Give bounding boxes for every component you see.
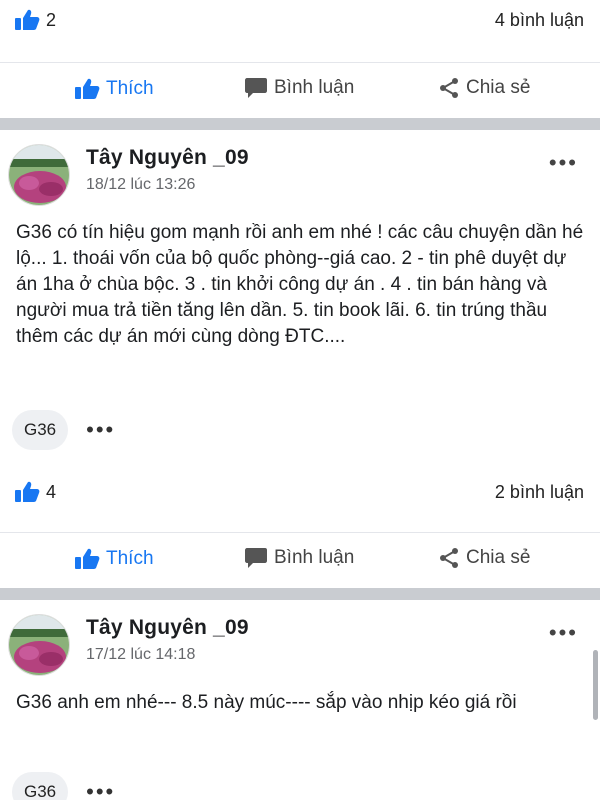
share-icon bbox=[440, 548, 458, 568]
reaction-summary: 4 2 bình luận bbox=[0, 472, 600, 512]
tag-row: G36 ••• bbox=[12, 408, 115, 452]
thumbs-up-icon bbox=[75, 78, 100, 99]
post-separator bbox=[0, 588, 600, 600]
like-button[interactable]: Thích bbox=[74, 547, 154, 571]
post-separator bbox=[0, 118, 600, 130]
comment-button[interactable]: Bình luận bbox=[244, 547, 354, 569]
thumbs-up-icon bbox=[15, 481, 40, 502]
comment-label: Bình luận bbox=[274, 77, 355, 98]
stock-tag[interactable]: G36 bbox=[12, 772, 69, 800]
like-label: Thích bbox=[106, 548, 154, 569]
share-label: Chia sẻ bbox=[466, 547, 531, 568]
like-summary[interactable]: 4 bbox=[14, 480, 56, 504]
more-dots-icon[interactable]: ••• bbox=[549, 620, 578, 646]
thumbs-up-icon bbox=[15, 9, 40, 30]
more-dots-icon[interactable]: ••• bbox=[549, 150, 578, 176]
avatar[interactable] bbox=[8, 614, 70, 676]
comment-label: Bình luận bbox=[274, 547, 355, 568]
share-label: Chia sẻ bbox=[466, 77, 531, 98]
reaction-summary: 2 4 bình luận bbox=[0, 0, 600, 40]
post-timestamp[interactable]: 17/12 lúc 14:18 bbox=[86, 646, 195, 664]
comment-button[interactable]: Bình luận bbox=[244, 77, 354, 99]
action-bar: Thích Bình luận Chia sẻ bbox=[0, 532, 600, 588]
more-dots-icon[interactable]: ••• bbox=[86, 779, 115, 800]
scrollbar[interactable] bbox=[593, 650, 598, 720]
post-header: Tây Nguyên _09 17/12 lúc 14:18 ••• bbox=[0, 614, 600, 684]
post-header: Tây Nguyên _09 18/12 lúc 13:26 ••• bbox=[0, 144, 600, 214]
stock-tag[interactable]: G36 bbox=[12, 410, 69, 450]
comment-count[interactable]: 4 bình luận bbox=[495, 10, 584, 31]
more-dots-icon[interactable]: ••• bbox=[86, 417, 115, 443]
share-icon bbox=[440, 78, 458, 98]
comment-count[interactable]: 2 bình luận bbox=[495, 482, 584, 503]
post-text: G36 anh em nhé--- 8.5 này múc---- sắp và… bbox=[16, 692, 517, 713]
avatar[interactable] bbox=[8, 144, 70, 206]
post-timestamp[interactable]: 18/12 lúc 13:26 bbox=[86, 176, 195, 194]
like-count: 2 bbox=[46, 9, 57, 30]
tag-row: G36 ••• bbox=[12, 770, 115, 800]
thumbs-up-icon bbox=[75, 548, 100, 569]
action-bar: Thích Bình luận Chia sẻ bbox=[0, 62, 600, 118]
like-label: Thích bbox=[106, 78, 154, 99]
share-button[interactable]: Chia sẻ bbox=[438, 547, 530, 569]
comment-bubble-icon bbox=[245, 78, 267, 98]
like-count: 4 bbox=[46, 481, 57, 502]
like-summary[interactable]: 2 bbox=[14, 8, 56, 32]
comment-bubble-icon bbox=[245, 548, 267, 568]
author-name[interactable]: Tây Nguyên _09 bbox=[86, 616, 249, 640]
post-text: G36 có tín hiệu gom mạnh rồi anh em nhé … bbox=[16, 222, 584, 347]
author-name[interactable]: Tây Nguyên _09 bbox=[86, 146, 249, 170]
like-button[interactable]: Thích bbox=[74, 77, 154, 101]
share-button[interactable]: Chia sẻ bbox=[438, 77, 530, 99]
